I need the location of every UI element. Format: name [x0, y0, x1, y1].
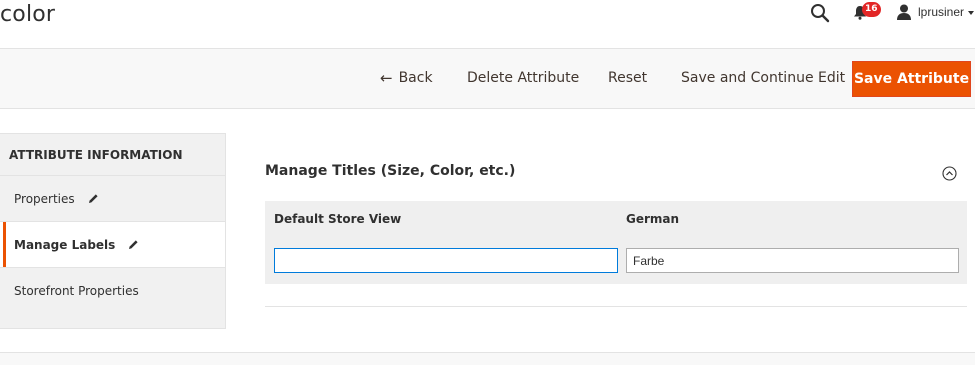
collapse-icon[interactable]	[942, 166, 957, 181]
back-button[interactable]: ← Back	[380, 49, 433, 108]
sidebar-title: ATTRIBUTE INFORMATION	[0, 134, 225, 176]
page-actions-bar: ← Back Delete Attribute Reset Save and C…	[0, 48, 975, 109]
sidebar-item-manage-labels[interactable]: Manage Labels	[0, 222, 225, 268]
notifications-button[interactable]: 16	[853, 2, 883, 24]
sidebar-item-storefront-properties[interactable]: Storefront Properties	[0, 268, 225, 314]
column-header-default-store-view: Default Store View	[274, 212, 402, 226]
save-and-continue-button[interactable]: Save and Continue Edit	[681, 49, 845, 108]
default-store-view-input[interactable]	[274, 248, 618, 273]
user-menu[interactable]: lprusiner	[897, 1, 975, 23]
section-title: Manage Titles (Size, Color, etc.)	[265, 163, 516, 179]
chevron-down-icon	[968, 11, 975, 15]
german-label-input[interactable]	[626, 248, 959, 273]
search-icon[interactable]	[810, 3, 830, 23]
user-name: lprusiner	[918, 5, 965, 19]
sidebar-item-label: Manage Labels	[14, 237, 116, 252]
reset-button[interactable]: Reset	[608, 49, 647, 108]
pencil-icon	[88, 194, 98, 203]
pencil-icon	[129, 240, 138, 249]
arrow-left-icon: ←	[380, 69, 393, 87]
page-title: color	[0, 2, 56, 27]
sidebar-item-label: Properties	[14, 191, 75, 206]
sidebar-item-properties[interactable]: Properties	[0, 176, 225, 222]
footer-band	[0, 352, 975, 365]
sidebar-item-label: Storefront Properties	[14, 284, 139, 298]
back-button-label: Back	[398, 70, 433, 86]
section-divider	[265, 306, 967, 307]
attribute-tabs-sidebar: ATTRIBUTE INFORMATION Properties Manage …	[0, 133, 226, 329]
notification-count-badge: 16	[862, 2, 881, 17]
column-header-german: German	[626, 212, 680, 226]
page-header: color 16 lprusiner	[0, 0, 975, 48]
user-icon	[897, 4, 911, 20]
save-attribute-button[interactable]: Save Attribute	[852, 61, 971, 97]
delete-attribute-button[interactable]: Delete Attribute	[467, 49, 579, 108]
